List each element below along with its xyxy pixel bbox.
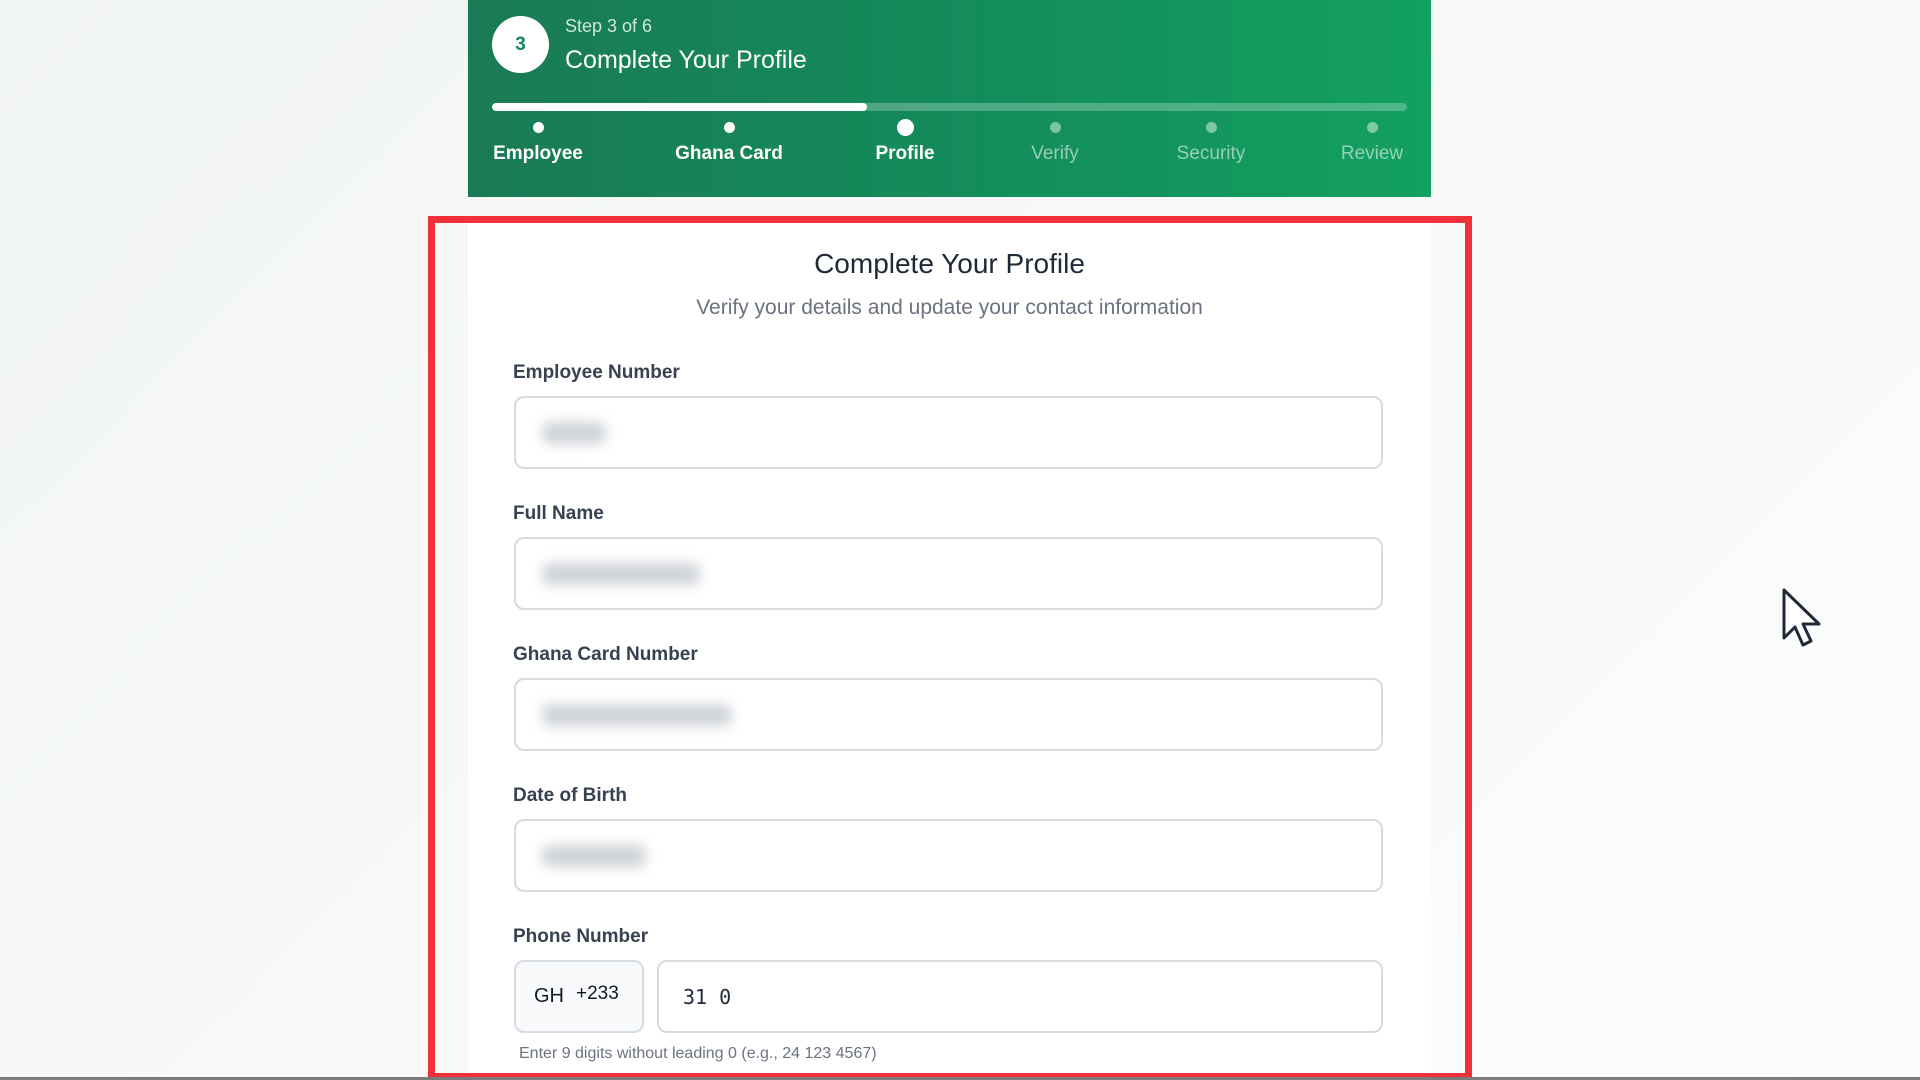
step-counter: Step 3 of 6 — [565, 16, 653, 36]
step-label: Profile — [875, 143, 935, 164]
step-profile[interactable]: Profile — [840, 118, 970, 165]
step-dot — [896, 119, 914, 136]
form-subtitle: Verify your details and update your cont… — [696, 296, 1203, 319]
redacted-value — [542, 422, 606, 444]
step-label: Ghana Card — [675, 143, 783, 164]
form-title: Complete Your Profile — [814, 248, 1085, 279]
country-code: GH — [534, 985, 564, 1007]
step-indicator: Employee Ghana Card Profile Verify Secur… — [468, 118, 1431, 178]
step-review[interactable]: Review — [1307, 118, 1437, 165]
date-of-birth-label: Date of Birth — [513, 785, 627, 806]
redacted-value — [542, 704, 732, 726]
dial-code: +233 — [576, 982, 619, 1004]
mouse-cursor-icon — [1782, 588, 1821, 647]
full-name-input[interactable] — [514, 537, 1383, 610]
header-title: Complete Your Profile — [565, 46, 807, 74]
progress-bar-fill — [492, 103, 868, 111]
step-dot — [723, 122, 735, 133]
progress-bar — [492, 103, 1407, 111]
step-label: Security — [1176, 143, 1246, 164]
date-of-birth-input[interactable] — [514, 819, 1383, 892]
redacted-value — [542, 563, 700, 585]
step-label: Employee — [493, 143, 583, 164]
step-security[interactable]: Security — [1146, 118, 1276, 165]
step-dot — [1366, 122, 1378, 133]
step-dot — [1205, 122, 1217, 133]
full-name-label: Full Name — [513, 503, 604, 524]
step-verify[interactable]: Verify — [990, 118, 1120, 165]
step-label: Verify — [1031, 143, 1079, 164]
phone-number-label: Phone Number — [513, 926, 649, 947]
step-employee[interactable]: Employee — [473, 118, 603, 165]
step-dot — [1049, 122, 1061, 133]
step-label: Review — [1340, 143, 1404, 164]
ghana-card-number-input[interactable] — [514, 678, 1383, 751]
step-number-badge: 3 — [492, 16, 549, 73]
step-dot — [532, 122, 544, 133]
step-ghana-card[interactable]: Ghana Card — [664, 118, 794, 165]
phone-number-input[interactable]: 31 0 — [657, 960, 1383, 1033]
profile-form-card: Complete Your Profile Verify your detail… — [468, 218, 1431, 1080]
wizard-header: 3 Step 3 of 6 Complete Your Profile Empl… — [468, 0, 1431, 197]
employee-number-input[interactable] — [514, 396, 1383, 469]
phone-helper-text: Enter 9 digits without leading 0 (e.g., … — [519, 1045, 877, 1062]
ghana-card-number-label: Ghana Card Number — [513, 644, 698, 665]
redacted-value — [542, 845, 646, 867]
country-code-select[interactable]: GH +233 — [514, 960, 644, 1033]
employee-number-label: Employee Number — [513, 362, 680, 383]
